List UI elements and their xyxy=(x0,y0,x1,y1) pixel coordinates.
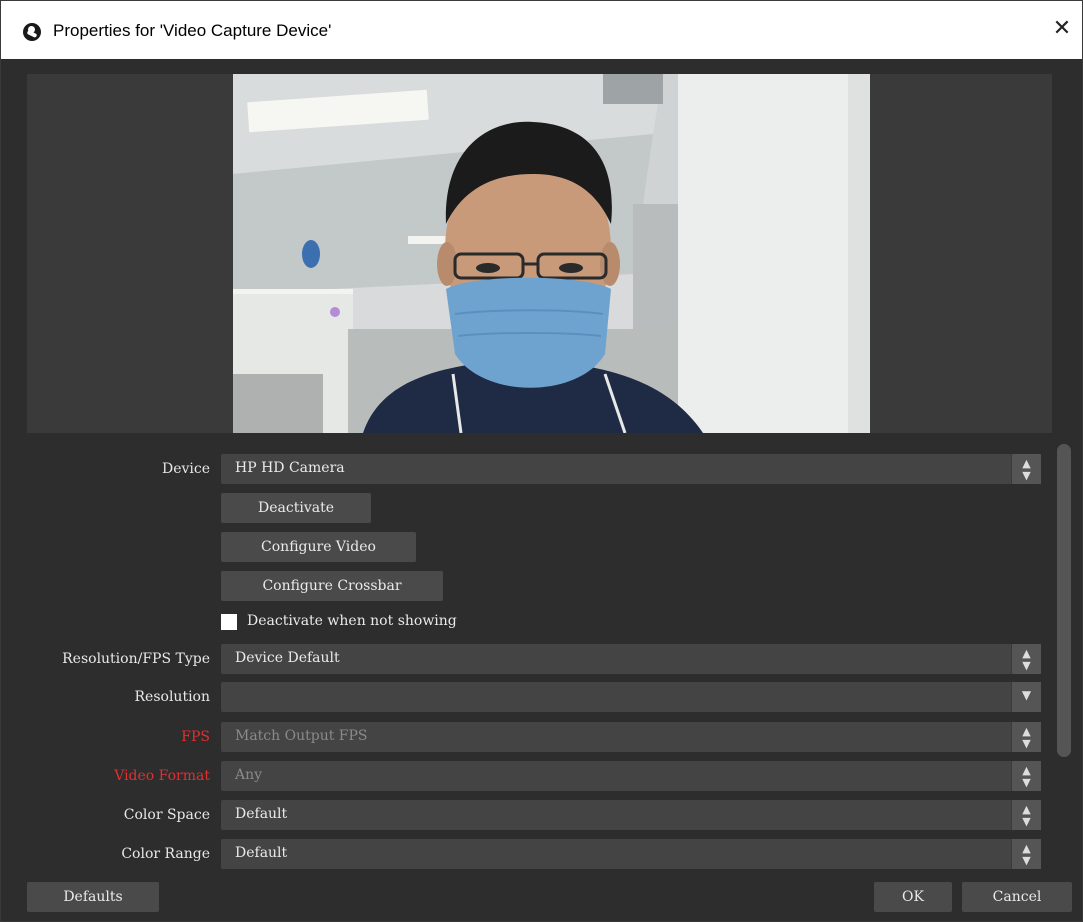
updown-arrows-icon: ▲ ▼ xyxy=(1011,454,1041,484)
defaults-button[interactable]: Defaults xyxy=(27,882,159,912)
resolution-fps-type-value: Device Default xyxy=(235,650,340,666)
device-value: HP HD Camera xyxy=(235,460,345,476)
deactivate-when-not-showing-label: Deactivate when not showing xyxy=(247,613,457,629)
color-space-value: Default xyxy=(235,806,288,822)
device-label: Device xyxy=(161,461,210,477)
obs-logo-icon xyxy=(23,23,41,41)
cancel-button[interactable]: Cancel xyxy=(962,882,1072,912)
configure-crossbar-button[interactable]: Configure Crossbar xyxy=(221,571,443,601)
webcam-frame xyxy=(233,74,870,433)
properties-dialog: Properties for 'Video Capture Device' ✕ xyxy=(0,0,1083,922)
window-title: Properties for 'Video Capture Device' xyxy=(53,21,332,40)
color-range-label: Color Range xyxy=(121,846,210,862)
ok-button[interactable]: OK xyxy=(874,882,952,912)
color-range-select[interactable]: Default ▲ ▼ xyxy=(221,839,1041,869)
preview-area xyxy=(27,74,1052,433)
resolution-fps-type-select[interactable]: Device Default ▲ ▼ xyxy=(221,644,1041,674)
resolution-fps-type-label: Resolution/FPS Type xyxy=(62,651,210,667)
updown-arrows-icon: ▲ ▼ xyxy=(1011,761,1041,791)
video-format-select[interactable]: Any ▲ ▼ xyxy=(221,761,1041,791)
deactivate-button[interactable]: Deactivate xyxy=(221,493,371,523)
device-select[interactable]: HP HD Camera ▲ ▼ xyxy=(221,454,1041,484)
updown-arrows-icon: ▲ ▼ xyxy=(1011,800,1041,830)
updown-arrows-icon: ▲ ▼ xyxy=(1011,644,1041,674)
color-space-label: Color Space xyxy=(123,807,210,823)
camera-preview-image xyxy=(233,74,870,433)
video-format-value: Any xyxy=(235,767,263,783)
title-bar: Properties for 'Video Capture Device' ✕ xyxy=(1,1,1082,59)
configure-video-button[interactable]: Configure Video xyxy=(221,532,416,562)
fps-label: FPS xyxy=(181,729,210,745)
video-format-label: Video Format xyxy=(114,768,210,784)
fps-value: Match Output FPS xyxy=(235,728,368,744)
fps-select[interactable]: Match Output FPS ▲ ▼ xyxy=(221,722,1041,752)
color-space-select[interactable]: Default ▲ ▼ xyxy=(221,800,1041,830)
resolution-select[interactable]: ▼ xyxy=(221,682,1041,712)
updown-arrows-icon: ▲ ▼ xyxy=(1011,839,1041,869)
resolution-label: Resolution xyxy=(134,689,210,705)
updown-arrows-icon: ▲ ▼ xyxy=(1011,722,1041,752)
chevron-down-icon: ▼ xyxy=(1011,682,1041,712)
deactivate-when-not-showing-checkbox[interactable] xyxy=(221,614,237,630)
properties-scrollbar[interactable] xyxy=(1057,444,1071,757)
color-range-value: Default xyxy=(235,845,288,861)
close-icon[interactable]: ✕ xyxy=(1048,15,1076,43)
